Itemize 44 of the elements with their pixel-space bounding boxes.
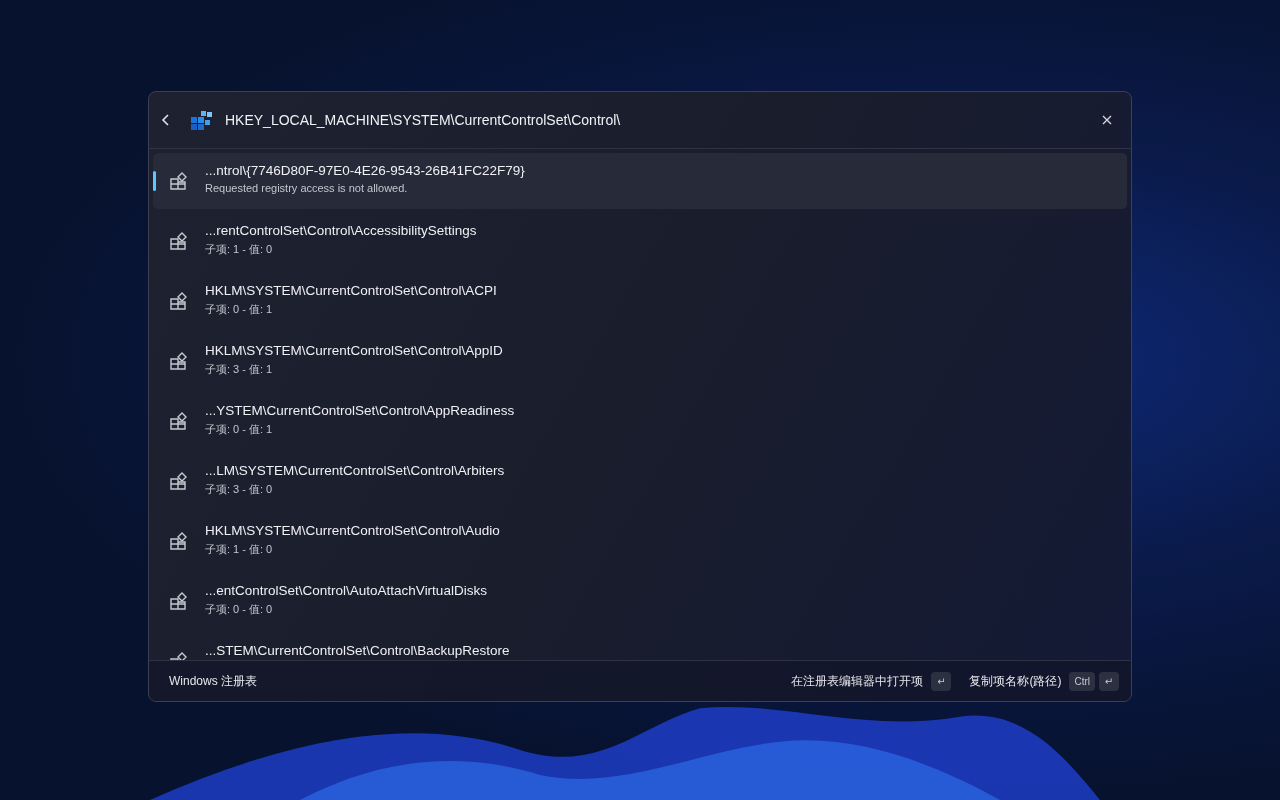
result-item[interactable]: ...LM\SYSTEM\CurrentControlSet\Control\Arbiters 子项: 3 - 值: 0: [153, 453, 1127, 509]
blocks-icon: [169, 531, 189, 551]
key-hint: ↵: [1099, 671, 1119, 691]
result-item[interactable]: ...ntrol\{7746D80F-97E0-4E26-9543-26B41FC22F79} Requested registry access is not allowed.: [153, 153, 1127, 209]
result-item[interactable]: HKLM\SYSTEM\CurrentControlSet\Control\ACPI 子项: 0 - 值: 1: [153, 273, 1127, 329]
result-item[interactable]: ...YSTEM\CurrentControlSet\Control\AppReadiness 子项: 0 - 值: 1: [153, 393, 1127, 449]
blocks-icon: [169, 291, 189, 311]
cubes-icon: [191, 110, 213, 130]
result-subtitle: 子项: 1 - 值: 0: [205, 242, 274, 257]
result-subtitle: 子项: 3 - 值: 1: [205, 362, 274, 377]
result-item[interactable]: ...STEM\CurrentControlSet\Control\BackupRestore: [153, 633, 1127, 660]
blocks-icon: [169, 411, 189, 431]
result-subtitle: Requested registry access is not allowed.: [205, 182, 409, 194]
result-subtitle: 子项: 0 - 值: 1: [205, 422, 274, 437]
result-title: HKLM\SYSTEM\CurrentControlSet\Control\AppID: [205, 343, 503, 359]
source-label: Windows 注册表: [169, 672, 257, 690]
result-title: HKLM\SYSTEM\CurrentControlSet\Control\Audio: [205, 523, 500, 539]
result-subtitle: 子项: 1 - 值: 0: [205, 542, 274, 557]
blocks-icon: [169, 231, 189, 251]
result-title: ...ntrol\{7746D80F-97E0-4E26-9543-26B41FC22F79}: [205, 163, 525, 179]
result-subtitle: 子项: 0 - 值: 0: [205, 602, 274, 617]
result-title: ...entControlSet\Control\AutoAttachVirtualDisks: [205, 583, 487, 599]
action-label: 复制项名称(路径): [969, 672, 1062, 690]
result-item[interactable]: HKLM\SYSTEM\CurrentControlSet\Control\Audio 子项: 1 - 值: 0: [153, 513, 1127, 569]
close-icon: [1102, 115, 1112, 125]
search-field[interactable]: HKEY_LOCAL_MACHINE\SYSTEM\CurrentControlSet\Control\: [225, 108, 1085, 132]
blocks-icon: [169, 351, 189, 371]
result-subtitle: 子项: 0 - 值: 1: [205, 302, 274, 317]
result-title: ...LM\SYSTEM\CurrentControlSet\Control\Arbiters: [205, 463, 505, 479]
result-title: ...YSTEM\CurrentControlSet\Control\AppReadiness: [205, 403, 515, 419]
chevron-left-icon: [161, 113, 171, 127]
result-subtitle: 子项: 3 - 值: 0: [205, 482, 274, 497]
result-title: ...STEM\CurrentControlSet\Control\BackupRestore: [205, 643, 510, 659]
result-title: ...rentControlSet\Control\AccessibilitySettings: [205, 223, 477, 239]
blocks-icon: [169, 591, 189, 611]
key-hint: ↵: [931, 671, 952, 691]
key-hint: Ctrl: [1069, 671, 1095, 691]
result-item[interactable]: ...entControlSet\Control\AutoAttachVirtualDisks 子项: 0 - 值: 0: [153, 573, 1127, 629]
result-item[interactable]: HKLM\SYSTEM\CurrentControlSet\Control\AppID 子项: 3 - 值: 1: [153, 333, 1127, 389]
action-label: 在注册表编辑器中打开项: [791, 672, 924, 690]
blocks-icon: [169, 171, 189, 191]
result-title: HKLM\SYSTEM\CurrentControlSet\Control\ACPI: [205, 283, 497, 299]
blocks-icon: [169, 471, 189, 491]
result-item[interactable]: ...rentControlSet\Control\AccessibilitySettings 子项: 1 - 值: 0: [153, 213, 1127, 269]
